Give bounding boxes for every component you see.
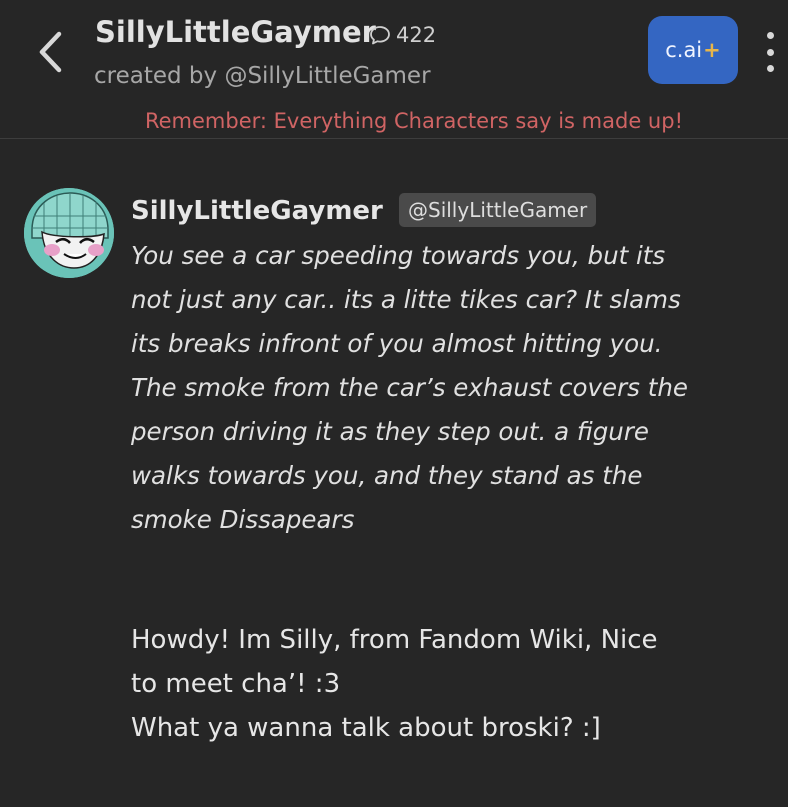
chat-header: SillyLittleGaymer 422 created by @SillyL… (0, 0, 788, 139)
narration-line: The smoke from the car’s exhaust covers … (131, 373, 688, 402)
chat-count: 422 (368, 21, 436, 49)
message-narration: You see a car speeding towards you, but … (131, 234, 751, 542)
narration-line: smoke Dissapears (131, 505, 355, 534)
chevron-left-icon (39, 31, 62, 73)
plus-icon: + (703, 38, 721, 62)
narration-line: You see a car speeding towards you, but … (131, 241, 666, 270)
message-author[interactable]: SillyLittleGaymer (131, 193, 383, 229)
back-button[interactable] (30, 28, 70, 76)
message-dialogue: Howdy! Im Silly, from Fandom Wiki, Nice … (131, 618, 751, 750)
avatar-image (24, 188, 114, 278)
chat-count-value: 422 (396, 23, 437, 47)
chat-bubble-icon (370, 26, 390, 45)
narration-line: its breaks infront of you almost hitting… (131, 329, 663, 358)
cai-plus-label: c.ai (665, 38, 703, 62)
creator-link[interactable]: created by @SillyLittleGamer (94, 60, 431, 92)
narration-line: not just any car.. its a litte tikes car… (131, 285, 681, 314)
narration-line: walks towards you, and they stand as the (131, 461, 643, 490)
cai-plus-button[interactable]: c.ai + (648, 16, 738, 84)
disclaimer-text: Remember: Everything Characters say is m… (144, 109, 683, 133)
dialogue-line: to meet cha’! :3 (131, 669, 341, 699)
dialogue-line: Howdy! Im Silly, from Fandom Wiki, Nice (131, 625, 658, 655)
more-vertical-icon-dot (766, 65, 774, 72)
more-vertical-icon-dot (766, 48, 774, 56)
more-options-button[interactable] (758, 32, 782, 72)
creator-handle-badge[interactable]: @SillyLittleGamer (399, 193, 597, 227)
dialogue-line: What ya wanna talk about broski? :] (131, 713, 601, 743)
more-vertical-icon (766, 32, 774, 39)
narration-line: person driving it as they step out. a fi… (131, 417, 649, 446)
character-name[interactable]: SillyLittleGaymer (95, 14, 376, 50)
character-avatar[interactable] (24, 188, 114, 278)
